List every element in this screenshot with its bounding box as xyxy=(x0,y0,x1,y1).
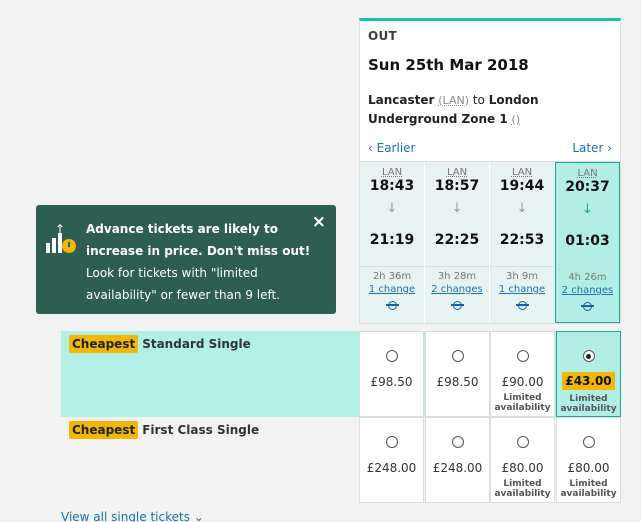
later-button[interactable]: Later › xyxy=(572,141,612,155)
view-all-label: View all single tickets xyxy=(61,510,190,522)
origin-code: (LAN) xyxy=(438,94,469,107)
departure-time: 19:44 xyxy=(499,178,545,194)
later-label: Later xyxy=(572,141,604,155)
changes-link[interactable]: 1 change xyxy=(360,284,424,295)
price-rise-icon: ↑ xyxy=(46,222,76,253)
cheapest-badge: Cheapest xyxy=(69,421,139,439)
departure-time: 20:37 xyxy=(565,179,610,195)
station-code: LAN xyxy=(381,167,403,178)
chevron-down-icon: ⌄ xyxy=(193,510,204,522)
journey-duration: 2h 36m xyxy=(372,271,412,282)
limited-availability: Limited availability xyxy=(560,394,617,414)
limited-availability: Limited availability xyxy=(560,479,617,499)
fare-cell[interactable]: £98.50 xyxy=(425,331,490,417)
underground-icon xyxy=(515,300,529,311)
fare-radio[interactable] xyxy=(451,436,464,448)
fare-radio[interactable] xyxy=(451,350,464,362)
fare-row-label: Cheapest First Class Single xyxy=(69,421,259,439)
chevron-left-icon: ‹ xyxy=(368,141,377,155)
journey-duration: 4h 26m xyxy=(568,272,607,283)
fare-cell[interactable]: £80.00 Limited availability xyxy=(556,417,621,503)
train-column[interactable]: LAN 18:43 ↓ 21:19 2h 36m 1 change xyxy=(360,162,425,323)
arrival-time: 01:03 xyxy=(565,233,610,249)
fare-row-label: Cheapest Standard Single xyxy=(69,335,251,353)
underground-icon xyxy=(450,300,464,311)
fare-cell[interactable]: £248.00 xyxy=(359,417,424,503)
arrow-down-icon: ↓ xyxy=(582,202,593,217)
arrow-down-icon: ↓ xyxy=(386,201,398,216)
fare-cell[interactable]: £248.00 xyxy=(425,417,490,503)
arrow-down-icon: ↓ xyxy=(516,201,528,216)
fare-cell[interactable]: £90.00 Limited availability xyxy=(490,331,555,417)
earlier-button[interactable]: ‹ Earlier xyxy=(368,141,415,155)
arrival-time: 22:25 xyxy=(434,232,480,248)
origin-station: Lancaster xyxy=(368,93,435,107)
arrow-down-icon: ↓ xyxy=(451,201,463,216)
fare-radio[interactable] xyxy=(516,350,529,362)
cheapest-badge: Cheapest xyxy=(69,335,139,353)
tooltip-body: Look for tickets with "limited availabil… xyxy=(86,266,281,302)
fare-price: £90.00 xyxy=(501,375,544,389)
tooltip-headline: Advance tickets are likely to increase i… xyxy=(86,222,311,258)
tooltip-text: Advance tickets are likely to increase i… xyxy=(86,218,320,306)
fare-name: Standard Single xyxy=(142,337,251,351)
fare-price: £248.00 xyxy=(366,461,417,475)
changes-link[interactable]: 1 change xyxy=(490,284,554,295)
direction-label: OUT xyxy=(368,29,398,43)
fare-radio[interactable] xyxy=(385,436,398,448)
journey-date: Sun 25th Mar 2018 xyxy=(368,56,529,74)
changes-link[interactable]: 2 changes xyxy=(556,285,619,296)
view-all-single-tickets-link[interactable]: View all single tickets ⌄ xyxy=(61,510,204,522)
fare-radio[interactable] xyxy=(516,436,529,448)
station-code: LAN xyxy=(511,167,533,178)
train-column[interactable]: LAN 19:44 ↓ 22:53 3h 9m 1 change xyxy=(490,162,555,323)
fare-price: £43.00 xyxy=(562,372,615,390)
journey-duration: 3h 9m xyxy=(506,271,538,282)
fare-price: £98.50 xyxy=(370,375,413,389)
route-to: to xyxy=(472,93,485,107)
arrival-time: 21:19 xyxy=(369,232,415,248)
limited-availability: Limited availability xyxy=(494,479,551,499)
fare-cell[interactable]: £98.50 xyxy=(359,331,424,417)
journey-header: OUT Sun 25th Mar 2018 Lancaster (LAN) to… xyxy=(360,21,620,133)
station-code: LAN xyxy=(577,168,598,179)
destination-code: () xyxy=(511,113,521,126)
fare-price: £98.50 xyxy=(436,375,479,389)
chevron-right-icon: › xyxy=(603,141,612,155)
departure-time: 18:43 xyxy=(369,178,415,194)
earlier-label: Earlier xyxy=(376,141,416,155)
fare-row-first-class-single: Cheapest First Class Single £248.00 £248.… xyxy=(61,417,621,503)
price-rise-tooltip: ↑ Advance tickets are likely to increase… xyxy=(36,205,336,314)
departure-time: 18:57 xyxy=(434,178,480,194)
route-summary: Lancaster (LAN) to London Underground Zo… xyxy=(368,91,612,129)
fare-price: £248.00 xyxy=(432,461,483,475)
train-columns: LAN 18:43 ↓ 21:19 2h 36m 1 change LAN 18… xyxy=(360,161,620,323)
arrival-time: 22:53 xyxy=(499,232,545,248)
time-navigation: ‹ Earlier Later › xyxy=(360,133,620,161)
close-icon[interactable]: × xyxy=(312,212,326,232)
changes-link[interactable]: 2 changes xyxy=(425,284,489,295)
underground-icon xyxy=(385,300,399,311)
fare-price: £80.00 xyxy=(501,461,544,475)
fare-cell[interactable]: £80.00 Limited availability xyxy=(490,417,555,503)
train-column[interactable]: LAN 18:57 ↓ 22:25 3h 28m 2 changes xyxy=(425,162,490,323)
limited-availability: Limited availability xyxy=(494,393,551,413)
fare-radio[interactable] xyxy=(582,436,595,448)
fare-name: First Class Single xyxy=(142,423,260,437)
journey-panel: OUT Sun 25th Mar 2018 Lancaster (LAN) to… xyxy=(359,18,621,324)
train-column-selected[interactable]: LAN 20:37 ↓ 01:03 4h 26m 2 changes xyxy=(555,162,620,323)
fare-cell-selected[interactable]: £43.00 Limited availability xyxy=(556,331,621,417)
fare-price: £80.00 xyxy=(567,461,610,475)
station-code: LAN xyxy=(446,167,468,178)
underground-icon xyxy=(581,301,594,312)
fare-radio-selected[interactable] xyxy=(582,350,595,362)
fare-row-standard-single: Cheapest Standard Single £98.50 £98.50 £9… xyxy=(61,331,621,417)
fare-radio[interactable] xyxy=(385,350,398,362)
journey-duration: 3h 28m xyxy=(437,271,477,282)
